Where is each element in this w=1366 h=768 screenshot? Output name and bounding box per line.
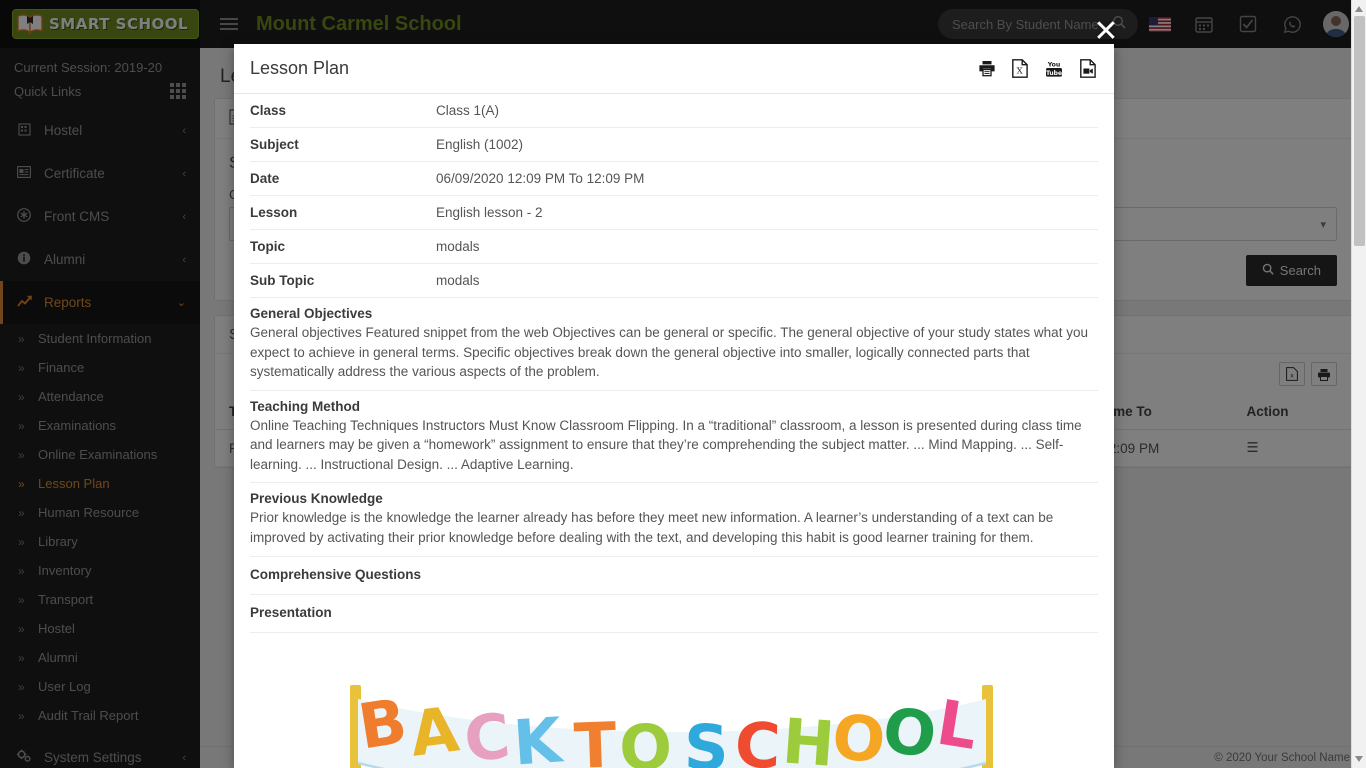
banner-letter: K — [511, 703, 566, 768]
banner-letter: A — [406, 692, 463, 768]
banner-letter: C — [734, 708, 782, 768]
close-icon[interactable]: ✕ — [1092, 17, 1120, 47]
youtube-icon[interactable]: You Tube — [1044, 59, 1064, 78]
modal-section-text: Online Teaching Techniques Instructors M… — [250, 417, 1082, 472]
modal-section: General Objectives General objectives Fea… — [250, 298, 1098, 391]
modal-section: Comprehensive Questions — [250, 557, 1098, 595]
modal-section: Presentation — [250, 595, 1098, 633]
modal-field-key: Topic — [250, 239, 285, 254]
modal-field-row: Subject English (1002) — [250, 128, 1098, 162]
banner-letter: T — [573, 708, 618, 768]
modal-body: Class Class 1(A) Subject English (1002) Date… — [234, 94, 1114, 768]
modal-section-heading: Previous Knowledge — [250, 491, 383, 507]
banner-letter: O — [619, 710, 673, 768]
modal-field-key: Subject — [250, 137, 299, 152]
modal-section-text: General objectives Featured snippet from… — [250, 325, 1088, 380]
modal-field-row: Class Class 1(A) — [250, 94, 1098, 128]
modal-field-value: English lesson - 2 — [436, 205, 543, 220]
banner-letter: O — [879, 693, 940, 768]
page-scrollbar[interactable] — [1351, 0, 1366, 768]
modal-field-value: modals — [436, 273, 480, 288]
modal-field-row: Topic modals — [250, 230, 1098, 264]
banner-letter: S — [683, 710, 729, 768]
modal-field-value: English (1002) — [436, 137, 524, 152]
modal-field-row: Lesson English lesson - 2 — [250, 196, 1098, 230]
modal-field-row: Sub Topic modals — [250, 264, 1098, 298]
modal-section-heading: Presentation — [250, 604, 332, 620]
svg-text:X: X — [1017, 67, 1024, 77]
scroll-down-arrow[interactable] — [1355, 756, 1363, 762]
modal-field-value: Class 1(A) — [436, 103, 500, 118]
banner-letter: H — [780, 704, 837, 768]
modal-field-row: Date 06/09/2020 12:09 PM To 12:09 PM — [250, 162, 1098, 196]
svg-text:Tube: Tube — [1046, 70, 1062, 77]
modal-section: Previous Knowledge Prior knowledge is the… — [250, 483, 1098, 557]
modal-field-value: 06/09/2020 12:09 PM To 12:09 PM — [436, 171, 645, 186]
modal-header: Lesson Plan X You Tube — [234, 44, 1114, 94]
file-video-icon[interactable] — [1080, 59, 1096, 78]
modal-section-heading: Comprehensive Questions — [250, 566, 422, 582]
scroll-up-arrow[interactable] — [1355, 6, 1363, 12]
modal-field-key: Lesson — [250, 205, 298, 220]
modal-field-key: Sub Topic — [250, 273, 315, 288]
modal-section-heading: General Objectives — [250, 306, 373, 321]
modal-field-key: Class — [250, 103, 287, 118]
modal-section: Teaching Method Online Teaching Technique… — [250, 391, 1098, 484]
scrollbar-thumb[interactable] — [1354, 16, 1365, 246]
file-excel-icon[interactable]: X — [1012, 59, 1028, 78]
banner-letter: B — [354, 684, 412, 763]
print-icon[interactable] — [978, 60, 996, 77]
modal-actions: X You Tube — [978, 59, 1096, 78]
banner-letter: C — [461, 699, 513, 768]
lesson-plan-modal: Lesson Plan X You Tube Class Class 1(A) Su… — [234, 44, 1114, 768]
svg-text:You: You — [1047, 61, 1061, 68]
modal-field-key: Date — [250, 171, 280, 186]
modal-field-value: modals — [436, 239, 480, 254]
modal-section-text: Prior knowledge is the knowledge the lea… — [250, 510, 1054, 545]
modal-section-heading: Teaching Method — [250, 398, 360, 414]
back-to-school-banner-image: BACK T O S CHOOL — [350, 684, 993, 768]
modal-title: Lesson Plan — [250, 58, 350, 78]
